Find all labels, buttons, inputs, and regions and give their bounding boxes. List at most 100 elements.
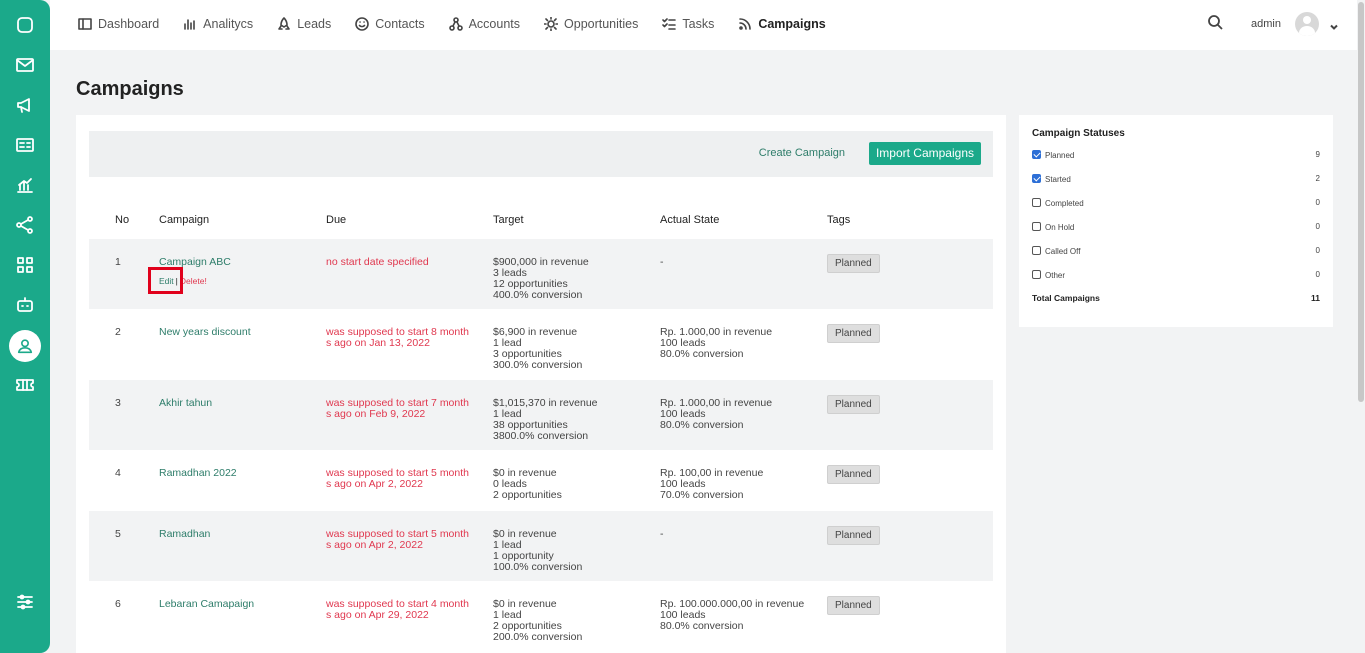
target-cell: $900,000 in revenue 3 leads 12 opportuni… bbox=[493, 257, 589, 301]
table-row[interactable]: 3 Akhir tahun was supposed to start 7 mo… bbox=[89, 380, 993, 450]
checkbox[interactable] bbox=[1032, 222, 1041, 231]
actual-cell: Rp. 100.000.000,00 in revenue 100 leads … bbox=[660, 599, 804, 632]
nav-leads[interactable]: Leads bbox=[277, 17, 331, 31]
status-badge: Planned bbox=[827, 324, 880, 343]
chevron-down-icon[interactable] bbox=[1329, 19, 1339, 30]
accounts-icon bbox=[448, 17, 463, 31]
campaign-name-link[interactable]: Ramadhan bbox=[159, 529, 210, 540]
status-badge: Planned bbox=[827, 526, 880, 545]
nav-label: Accounts bbox=[468, 17, 521, 31]
target-line: 100.0% conversion bbox=[493, 561, 583, 573]
create-campaign-link[interactable]: Create Campaign bbox=[759, 147, 845, 159]
table-row[interactable]: 1 Campaign ABC Edit | Delete! no start dat… bbox=[89, 239, 993, 309]
nav-label: Contacts bbox=[375, 17, 425, 31]
campaign-name-link[interactable]: Lebaran Camapaign bbox=[159, 599, 254, 610]
status-filter-planned[interactable]: Planned 9 bbox=[1032, 150, 1320, 162]
nav-contacts[interactable]: Contacts bbox=[355, 17, 425, 31]
robot-icon[interactable] bbox=[13, 293, 37, 317]
campaign-name-link[interactable]: Ramadhan 2022 bbox=[159, 468, 237, 479]
target-cell: $1,015,370 in revenue 1 lead 38 opportun… bbox=[493, 398, 598, 442]
campaign-statuses-panel: Campaign Statuses Planned 9 Started 2 Co… bbox=[1019, 115, 1333, 327]
table-row[interactable]: 6 Lebaran Camapaign was supposed to star… bbox=[89, 581, 993, 653]
mail-icon[interactable] bbox=[13, 53, 37, 77]
page-scrollbar[interactable] bbox=[1357, 0, 1365, 653]
ticket-icon[interactable] bbox=[13, 373, 37, 397]
checkbox[interactable] bbox=[1032, 246, 1041, 255]
megaphone-icon[interactable] bbox=[13, 93, 37, 117]
status-filter-other[interactable]: Other 0 bbox=[1032, 270, 1320, 282]
due-text: was supposed to start 7 months ago on Fe… bbox=[326, 397, 469, 420]
status-filter-completed[interactable]: Completed 0 bbox=[1032, 198, 1320, 210]
target-line: 3800.0% conversion bbox=[493, 430, 589, 442]
nav-label: Campaigns bbox=[758, 17, 826, 31]
status-count: 0 bbox=[1315, 270, 1320, 279]
actual-line: 80.0% conversion bbox=[660, 419, 744, 431]
status-count: 9 bbox=[1315, 150, 1320, 159]
nav-accounts[interactable]: Accounts bbox=[448, 17, 521, 31]
header-no: No bbox=[115, 214, 130, 226]
actual-line: 80.0% conversion bbox=[660, 348, 744, 360]
actual-line: - bbox=[660, 256, 664, 268]
row-number: 5 bbox=[115, 528, 121, 540]
status-label: Planned bbox=[1045, 151, 1075, 160]
checkbox[interactable] bbox=[1032, 270, 1041, 279]
checkbox[interactable] bbox=[1032, 198, 1041, 207]
user-name[interactable]: admin bbox=[1251, 18, 1281, 30]
user-icon[interactable] bbox=[9, 330, 41, 362]
campaign-name-link[interactable]: Akhir tahun bbox=[159, 398, 212, 409]
row-number: 6 bbox=[115, 598, 121, 610]
status-filter-called-off[interactable]: Called Off 0 bbox=[1032, 246, 1320, 258]
row-number: 2 bbox=[115, 326, 121, 338]
share-icon[interactable] bbox=[13, 213, 37, 237]
nav-opportunities[interactable]: Opportunities bbox=[544, 17, 638, 31]
status-count: 0 bbox=[1315, 246, 1320, 255]
actual-cell: Rp. 100,00 in revenue 100 leads 70.0% co… bbox=[660, 468, 763, 501]
header-due: Due bbox=[326, 214, 347, 226]
sun-icon bbox=[544, 17, 559, 31]
row-number: 1 bbox=[115, 256, 121, 268]
import-campaigns-button[interactable]: Import Campaigns bbox=[868, 142, 981, 165]
analytics-icon[interactable] bbox=[13, 173, 37, 197]
status-label: On Hold bbox=[1045, 223, 1075, 232]
campaign-name-link[interactable]: New years discount bbox=[159, 327, 251, 338]
nav-label: Analitycs bbox=[203, 17, 254, 31]
due-text: was supposed to start 5 months ago on Ap… bbox=[326, 528, 469, 551]
table-row[interactable]: 2 New years discount was supposed to sta… bbox=[89, 309, 993, 379]
settings-sliders-icon[interactable] bbox=[13, 590, 37, 614]
status-label: Called Off bbox=[1045, 247, 1081, 256]
row-number: 4 bbox=[115, 467, 121, 479]
checkbox[interactable] bbox=[1032, 174, 1041, 183]
header-tags: Tags bbox=[827, 214, 851, 226]
nav-tasks[interactable]: Tasks bbox=[662, 17, 714, 31]
dashboard-icon bbox=[78, 18, 92, 30]
table-row[interactable]: 5 Ramadhan was supposed to start 5 month… bbox=[89, 511, 993, 581]
scrollbar-thumb[interactable] bbox=[1358, 2, 1364, 402]
status-filter-on-hold[interactable]: On Hold 0 bbox=[1032, 222, 1320, 234]
inbox-icon[interactable] bbox=[13, 13, 37, 37]
top-bar: Dashboard Analitycs Leads Contacts Accou… bbox=[50, 0, 1357, 50]
checkbox[interactable] bbox=[1032, 150, 1041, 159]
campaigns-card: Create Campaign Import Campaigns No Camp… bbox=[76, 115, 1006, 653]
total-count: 11 bbox=[1311, 293, 1320, 303]
tags-cell: Planned bbox=[827, 526, 880, 545]
id-card-icon[interactable] bbox=[13, 133, 37, 157]
status-filter-started[interactable]: Started 2 bbox=[1032, 174, 1320, 186]
tags-cell: Planned bbox=[827, 254, 880, 273]
edit-highlight-box bbox=[148, 267, 183, 294]
action-bar: Create Campaign Import Campaigns bbox=[89, 131, 993, 177]
total-campaigns-row: Total Campaigns 11 bbox=[1032, 293, 1320, 303]
table-row[interactable]: 4 Ramadhan 2022 was supposed to start 5 … bbox=[89, 450, 993, 511]
nav-dashboard[interactable]: Dashboard bbox=[78, 17, 159, 31]
target-cell: $6,900 in revenue 1 lead 3 opportunities… bbox=[493, 327, 582, 371]
tasks-icon bbox=[662, 18, 677, 30]
nav-campaigns[interactable]: Campaigns bbox=[738, 17, 826, 31]
header-campaign: Campaign bbox=[159, 214, 210, 226]
search-icon[interactable] bbox=[1207, 14, 1223, 35]
target-cell: $0 in revenue 1 lead 1 opportunity 100.0… bbox=[493, 529, 582, 573]
delete-link[interactable]: Delete! bbox=[180, 276, 207, 286]
nav-analitycs[interactable]: Analitycs bbox=[183, 17, 253, 31]
grid-icon[interactable] bbox=[13, 253, 37, 277]
target-line: 2 opportunities bbox=[493, 489, 562, 501]
nav-label: Dashboard bbox=[98, 17, 160, 31]
avatar[interactable] bbox=[1295, 12, 1319, 36]
